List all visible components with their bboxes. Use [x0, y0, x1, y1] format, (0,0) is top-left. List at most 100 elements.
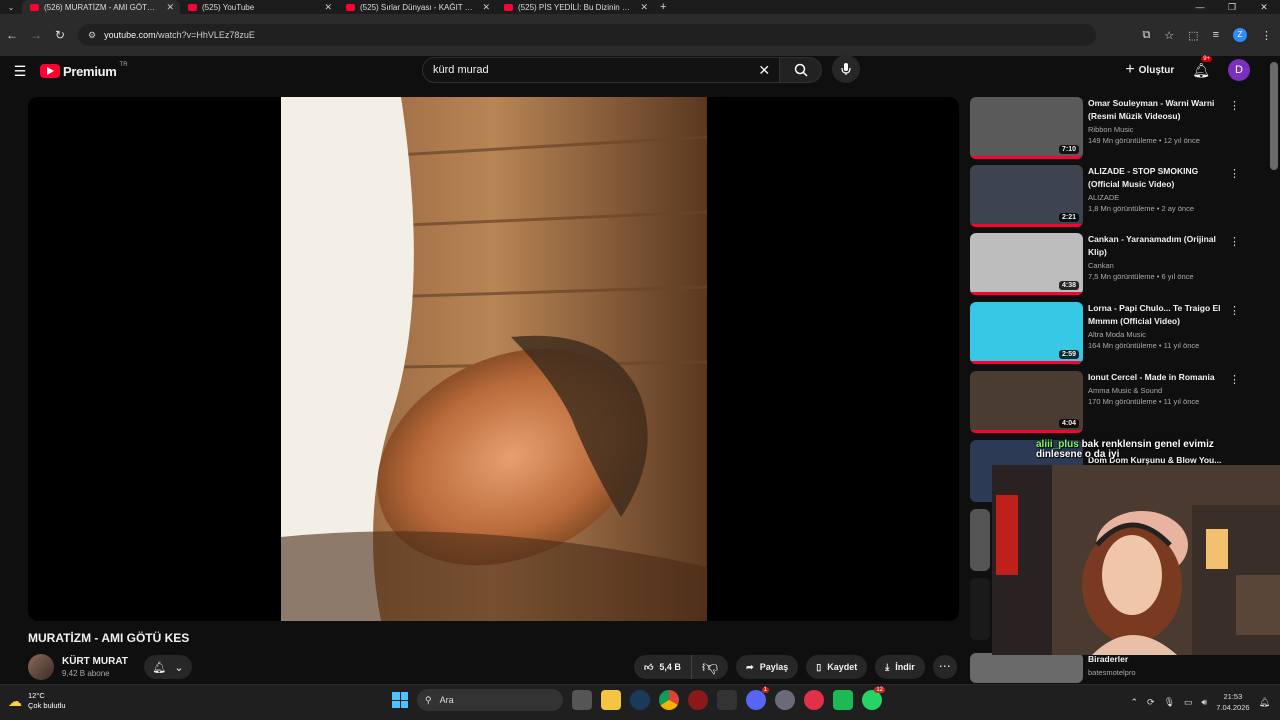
video-thumbnail[interactable]: 4:04: [970, 371, 1083, 433]
restore-icon[interactable]: ❐: [1216, 0, 1248, 14]
mic-tray-icon[interactable]: 🎙︎: [1164, 697, 1175, 708]
minimize-icon[interactable]: —: [1184, 0, 1216, 14]
related-channel[interactable]: Amma Music & Sound: [1088, 386, 1223, 395]
related-video-1[interactable]: 2:21 ALIZADE - STOP SMOKING (Official Mu…: [970, 165, 1250, 229]
related-meta: 1,8 Mn görüntüleme • 2 ay önce: [1088, 204, 1195, 213]
site-info-icon[interactable]: ⚙: [88, 30, 96, 41]
bookmark-star-icon[interactable]: ☆: [1164, 29, 1174, 42]
save-button[interactable]: ▯ Kaydet: [806, 655, 868, 679]
tab-3[interactable]: (525) PİS YEDİLİ: Bu Dizinin SONU ✕: [496, 0, 654, 14]
more-options-icon[interactable]: ⋮: [1229, 235, 1240, 248]
windows-taskbar: ☁ 12°C Çok bulutlu ⚲ Ara 1 12 ⌃ ⟳ 🎙︎ ▭ 🔊…: [0, 684, 1280, 720]
whatsapp-icon[interactable]: 12: [862, 687, 885, 710]
settings-gear-icon[interactable]: [775, 690, 795, 710]
task-view-icon[interactable]: [572, 690, 592, 710]
volume-icon[interactable]: 🔊︎: [1202, 697, 1208, 708]
create-button[interactable]: + Oluştur: [1125, 61, 1174, 79]
chrome-icon[interactable]: [659, 690, 679, 710]
related-title[interactable]: Cankan - Yaranamadım (Orijinal Klip): [1088, 233, 1223, 259]
related-channel[interactable]: Ribbon Music: [1088, 125, 1223, 134]
channel-name[interactable]: KÜRT MURAT: [62, 656, 128, 667]
media-queue-icon[interactable]: ≡: [1213, 29, 1219, 41]
tab-2[interactable]: (525) Sırlar Dünyası - KAĞIT PARA ✕: [338, 0, 496, 14]
tab-close-icon[interactable]: ✕: [166, 2, 174, 13]
video-player[interactable]: [28, 97, 959, 621]
notification-center-icon[interactable]: 🔔︎: [1259, 697, 1270, 708]
more-options-icon[interactable]: ⋮: [1229, 167, 1240, 180]
video-thumbnail[interactable]: [970, 653, 1083, 683]
reload-icon[interactable]: ↻: [48, 28, 72, 42]
taskbar-search-placeholder: Ara: [439, 695, 454, 705]
voice-search-button[interactable]: [832, 55, 860, 83]
tab-close-icon[interactable]: ✕: [482, 2, 490, 13]
tab-search-icon[interactable]: ⌄: [0, 3, 22, 12]
start-button-windows-icon[interactable]: [392, 692, 408, 708]
related-channel[interactable]: batesmotelpro: [1088, 668, 1223, 677]
dislike-button[interactable]: 👎︎: [692, 655, 728, 679]
cast-icon[interactable]: ⧉: [1142, 29, 1150, 42]
video-thumbnail[interactable]: [970, 578, 990, 640]
more-options-icon[interactable]: ⋮: [1229, 373, 1240, 386]
download-button[interactable]: ⤓ İndir: [875, 655, 925, 679]
related-channel[interactable]: ALIZADE: [1088, 193, 1223, 202]
related-video-4[interactable]: 4:04 Ionut Cercel - Made in Romania Amma …: [970, 371, 1250, 435]
video-thumbnail[interactable]: 7:10: [970, 97, 1083, 159]
new-tab-icon[interactable]: +: [660, 1, 666, 13]
search-input[interactable]: kürd murad ✕: [422, 57, 781, 83]
close-window-icon[interactable]: ✕: [1248, 0, 1280, 14]
browser-profile-avatar[interactable]: Z: [1233, 28, 1247, 42]
extensions-icon[interactable]: ⬚: [1188, 29, 1198, 42]
youtube-premium-logo[interactable]: Premium TR: [40, 62, 128, 79]
app-green-icon[interactable]: [833, 690, 853, 710]
related-video-2[interactable]: 4:38 Cankan - Yaranamadım (Orijinal Klip…: [970, 233, 1250, 297]
network-icon[interactable]: ▭: [1184, 697, 1193, 708]
related-title[interactable]: Omar Souleyman - Warni Warni (Resmi Müzi…: [1088, 97, 1223, 123]
more-options-icon[interactable]: ⋮: [1229, 99, 1240, 112]
related-title[interactable]: ALIZADE - STOP SMOKING (Official Music V…: [1088, 165, 1223, 191]
steam-icon[interactable]: [630, 690, 650, 710]
page-scrollbar[interactable]: [1270, 62, 1278, 170]
more-actions-button[interactable]: ⋯: [932, 655, 957, 679]
weather-widget[interactable]: ☁ 12°C Çok bulutlu: [8, 691, 66, 711]
related-video-3[interactable]: 2:59 Lorna - Papi Chulo... Te Traigo El …: [970, 302, 1250, 366]
video-still-image: [281, 97, 707, 621]
tray-overflow-chevron-icon[interactable]: ⌃: [1130, 697, 1138, 708]
record-app-icon[interactable]: [688, 690, 708, 710]
browser-menu-icon[interactable]: ⋮: [1261, 29, 1272, 42]
like-button[interactable]: 👍︎ 5,4 B: [634, 655, 692, 679]
search-button[interactable]: [780, 57, 822, 83]
tab-0[interactable]: (526) MURATİZM - AMI GÖTÜ KES ✕: [22, 0, 180, 14]
notifications-button[interactable]: 🔔︎ 9+: [1192, 55, 1213, 79]
file-explorer-icon[interactable]: [601, 690, 621, 710]
video-thumbnail[interactable]: 2:21: [970, 165, 1083, 227]
clear-search-icon[interactable]: ✕: [749, 62, 779, 79]
address-bar: ← → ↻ ⚙ youtube.com/watch?v=HhVLEz78zuE …: [0, 14, 1280, 56]
related-channel[interactable]: Cankan: [1088, 261, 1223, 270]
subscription-notifications-button[interactable]: 🔔︎ ⌄: [144, 655, 192, 679]
tab-1[interactable]: (525) YouTube ✕: [180, 0, 338, 14]
terminal-icon[interactable]: [717, 690, 737, 710]
video-thumbnail[interactable]: 4:38: [970, 233, 1083, 295]
clock[interactable]: 21:53 7.04.2026: [1216, 691, 1249, 713]
url-field[interactable]: ⚙ youtube.com/watch?v=HhVLEz78zuE: [78, 24, 1096, 46]
discord-icon[interactable]: 1: [746, 687, 769, 710]
video-thumbnail[interactable]: 2:59: [970, 302, 1083, 364]
taskbar-search[interactable]: ⚲ Ara: [417, 689, 563, 711]
related-title[interactable]: Ionut Cercel - Made in Romania: [1088, 371, 1223, 384]
whatsapp-badge: 12: [874, 687, 885, 693]
tab-close-icon[interactable]: ✕: [324, 2, 332, 13]
tab-close-icon[interactable]: ✕: [640, 2, 648, 13]
account-avatar[interactable]: D: [1228, 59, 1250, 81]
sync-icon[interactable]: ⟳: [1147, 697, 1155, 708]
back-icon[interactable]: ←: [0, 28, 24, 42]
share-button[interactable]: ➦ Paylaş: [736, 655, 799, 679]
more-options-icon[interactable]: ⋮: [1229, 304, 1240, 317]
related-video-0[interactable]: 7:10 Omar Souleyman - Warni Warni (Resmi…: [970, 97, 1250, 161]
app-red-icon[interactable]: [804, 690, 824, 710]
related-title[interactable]: Lorna - Papi Chulo... Te Traigo El Mmmm …: [1088, 302, 1223, 328]
menu-icon[interactable]: ☰: [0, 63, 40, 80]
channel-avatar[interactable]: [28, 654, 54, 680]
related-channel[interactable]: Altra Moda Music: [1088, 330, 1223, 339]
forward-icon[interactable]: →: [24, 28, 48, 42]
video-thumbnail[interactable]: [970, 509, 990, 571]
